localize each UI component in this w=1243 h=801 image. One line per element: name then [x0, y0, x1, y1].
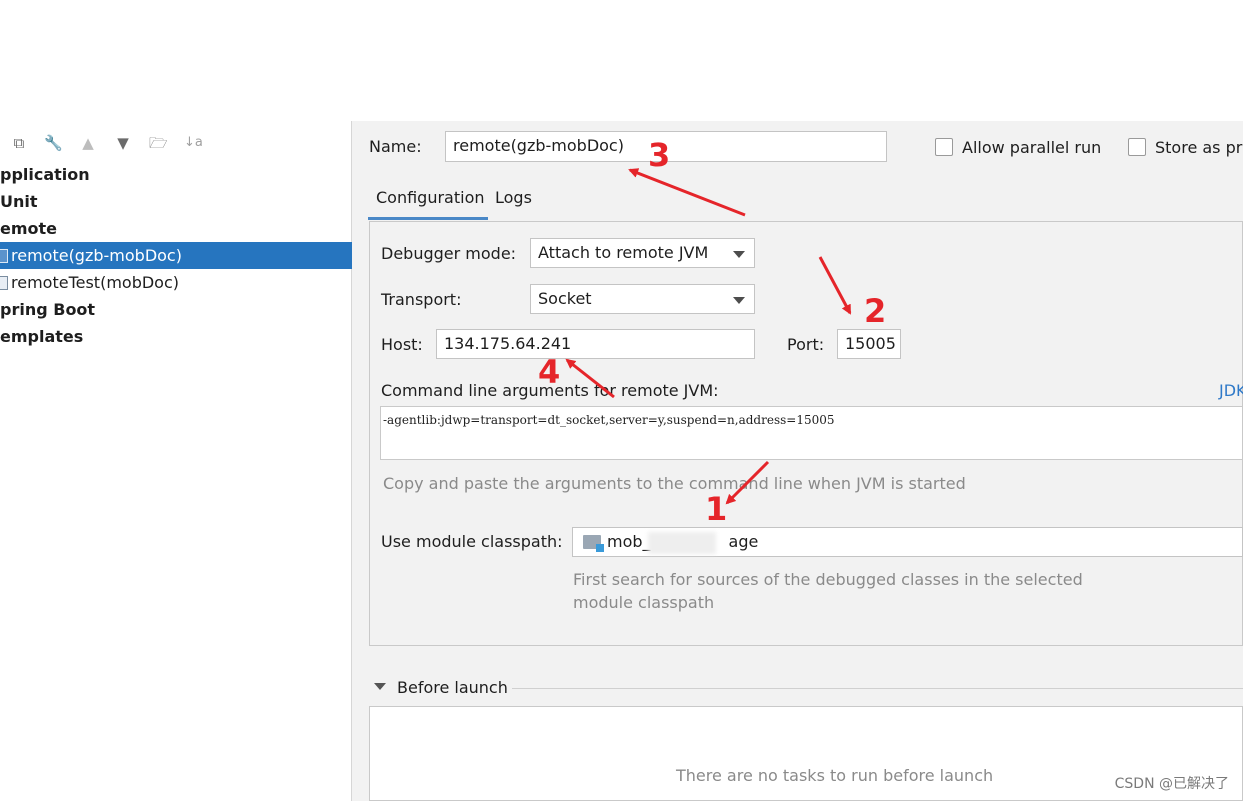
command-line-args-field[interactable]: -agentlib:jdwp=transport=dt_socket,serve… [380, 406, 1243, 460]
annotation-1: 1 [705, 490, 728, 528]
allow-parallel-label: Allow parallel run [962, 138, 1102, 157]
tab-logs[interactable]: Logs [495, 188, 532, 207]
wrench-icon[interactable]: 🔧 [44, 134, 63, 152]
redaction-blur [648, 532, 716, 554]
tree-item-remote-group[interactable]: emote [0, 215, 352, 242]
module-classpath-label: Use module classpath: [381, 532, 563, 551]
store-as-project-checkbox[interactable] [1128, 138, 1146, 156]
tree-toolbar: ⧉ 🔧 ▲ ▼ 🗁 ↓a [0, 130, 352, 156]
tree-item-label: pplication [0, 165, 90, 184]
chevron-down-icon [733, 251, 745, 258]
port-label: Port: [787, 335, 825, 354]
debugger-mode-label: Debugger mode: [381, 244, 517, 263]
transport-value: Socket [538, 289, 592, 308]
annotation-4: 4 [538, 353, 561, 391]
module-classpath-hint-line2: module classpath [573, 593, 715, 612]
module-value-prefix: mob_ [607, 532, 651, 551]
tree-item-label: emote [0, 219, 58, 238]
csdn-watermark: CSDN @已解决了 [1114, 776, 1229, 792]
tree-item-application[interactable]: pplication [0, 161, 352, 188]
module-classpath-hint-line1: First search for sources of the debugged… [573, 570, 1083, 589]
annotation-3: 3 [648, 136, 671, 174]
tree-item-junit[interactable]: Unit [0, 188, 352, 215]
transport-label: Transport: [381, 290, 462, 309]
move-up-icon[interactable]: ▲ [79, 134, 97, 152]
tree-item-label: remote(gzb-mobDoc) [11, 246, 182, 265]
module-icon [583, 535, 604, 552]
command-line-hint: Copy and paste the arguments to the comm… [383, 474, 966, 493]
remote-config-icon [0, 249, 8, 263]
transport-select[interactable]: Socket [530, 284, 755, 314]
debugger-mode-select[interactable]: Attach to remote JVM [530, 238, 755, 268]
tree-item-remotetest-mobdoc[interactable]: remoteTest(mobDoc) [0, 269, 352, 296]
active-tab-indicator [368, 217, 488, 220]
tab-configuration[interactable]: Configuration [376, 188, 485, 207]
host-input[interactable]: 134.175.64.241 [436, 329, 755, 359]
name-label: Name: [369, 137, 422, 156]
move-down-icon[interactable]: ▼ [114, 134, 132, 152]
before-launch-task-list[interactable] [369, 706, 1243, 801]
before-launch-title[interactable]: Before launch [397, 678, 508, 697]
chevron-down-icon [733, 297, 745, 304]
store-as-project-label: Store as pr [1155, 138, 1243, 157]
debugger-mode-value: Attach to remote JVM [538, 243, 709, 262]
before-launch-empty-text: There are no tasks to run before launch [676, 766, 994, 785]
tree-item-remote-gzb-mobdoc[interactable]: remote(gzb-mobDoc) [0, 242, 352, 269]
before-launch-separator [512, 688, 1243, 689]
folder-add-icon[interactable]: 🗁 [149, 134, 168, 152]
module-value-suffix: age [728, 532, 759, 551]
tree-item-label: Unit [0, 192, 38, 211]
tree-item-label: remoteTest(mobDoc) [11, 273, 179, 292]
host-label: Host: [381, 335, 423, 354]
tree-item-label: pring Boot [0, 300, 96, 319]
allow-parallel-checkbox[interactable] [935, 138, 953, 156]
collapse-triangle-icon[interactable] [374, 683, 386, 690]
jdk-version-link[interactable]: JDK [1219, 381, 1243, 400]
sort-icon[interactable]: ↓a [184, 134, 203, 152]
tree-item-spring-boot[interactable]: pring Boot [0, 296, 352, 323]
port-input[interactable]: 15005 [837, 329, 901, 359]
blank-top-area [0, 0, 1243, 121]
tree-item-templates[interactable]: emplates [0, 323, 352, 350]
annotation-2: 2 [864, 292, 887, 330]
tree-item-label: emplates [0, 327, 84, 346]
copy-icon[interactable]: ⧉ [10, 134, 28, 152]
remote-config-icon [0, 276, 8, 290]
